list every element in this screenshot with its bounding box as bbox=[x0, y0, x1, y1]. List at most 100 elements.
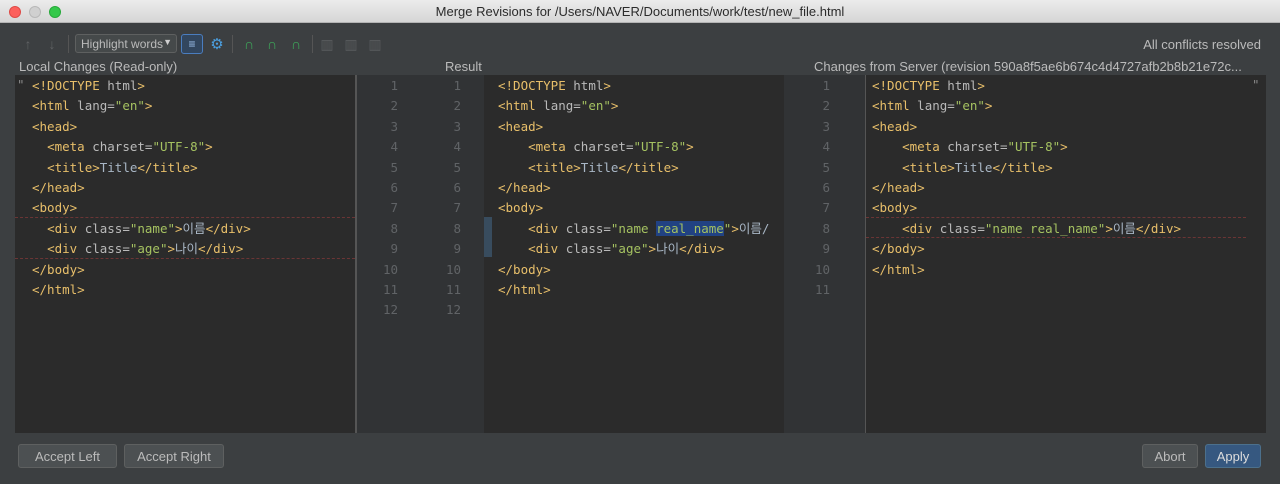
line-number: 1 bbox=[453, 78, 461, 93]
line-number: 7 bbox=[453, 200, 461, 216]
code-line: <html lang="en"> bbox=[32, 98, 153, 114]
code-line: <html lang="en"> bbox=[498, 98, 619, 114]
conflict-boundary bbox=[866, 217, 1246, 218]
line-number: 10 bbox=[382, 261, 398, 277]
line-number: 2 bbox=[390, 98, 398, 114]
line-number: 5 bbox=[822, 159, 830, 175]
code-line: </html> bbox=[32, 282, 85, 297]
code-line: </body> bbox=[872, 241, 925, 257]
line-number: 4 bbox=[822, 139, 830, 155]
apply-left-non-conflicting-icon[interactable]: ∩ bbox=[240, 35, 258, 53]
code-line: </body> bbox=[32, 261, 85, 277]
result-editor[interactable]: <!DOCTYPE html> <html lang="en"> <head> <m… bbox=[484, 75, 784, 433]
code-line: <title>Title</title> bbox=[47, 159, 198, 175]
collapse-marker-icon: " bbox=[1252, 77, 1260, 92]
right-column-icon[interactable]: ▥ bbox=[366, 35, 384, 53]
code-line: <meta charset="UTF-8"> bbox=[902, 139, 1068, 155]
toolbar: ↑ ↓ Highlight words ▼ ≡ ⚙ ∩ ∩ ∩ ▥ ▥ ▥ Al… bbox=[0, 23, 1280, 59]
code-line: <!DOCTYPE html> bbox=[872, 78, 985, 93]
line-number: 7 bbox=[390, 200, 398, 216]
left-column-icon[interactable]: ▥ bbox=[318, 35, 336, 53]
line-number-gutter-left: 1 2 3 4 5 6 7 8 9 10 11 12 1 2 3 4 5 6 7 8 9 10 11 12 bbox=[357, 75, 484, 433]
line-number: 9 bbox=[390, 241, 398, 257]
line-number: 11 bbox=[445, 282, 461, 297]
line-number: 4 bbox=[390, 139, 398, 155]
conflict-boundary bbox=[15, 217, 355, 218]
conflict-boundary bbox=[15, 258, 355, 259]
line-number: 6 bbox=[453, 180, 461, 195]
accept-right-button[interactable]: Accept Right bbox=[124, 444, 224, 468]
code-line: <body> bbox=[872, 200, 918, 216]
code-line: </html> bbox=[872, 261, 925, 277]
toolbar-separator bbox=[312, 35, 313, 53]
code-line: <head> bbox=[32, 118, 78, 134]
code-line: <div class="age">나이</div> bbox=[528, 241, 725, 257]
code-line: <body> bbox=[498, 200, 544, 216]
code-line: <html lang="en"> bbox=[872, 98, 993, 114]
line-number-gutter-right: 1 2 3 4 5 6 7 8 9 10 11 bbox=[784, 75, 865, 433]
highlight-mode-select[interactable]: Highlight words ▼ bbox=[75, 34, 177, 53]
merge-status: All conflicts resolved bbox=[1143, 37, 1261, 52]
collapse-marker-icon: " bbox=[17, 77, 25, 92]
line-number: 6 bbox=[390, 180, 398, 195]
center-column-icon[interactable]: ▥ bbox=[342, 35, 360, 53]
code-line: <meta charset="UTF-8"> bbox=[47, 139, 213, 155]
code-line: <!DOCTYPE html> bbox=[498, 78, 611, 93]
code-line: </head> bbox=[872, 180, 925, 195]
local-changes-editor[interactable]: " <!DOCTYPE html> <html lang="en"> <head> … bbox=[15, 75, 355, 433]
window-title: Merge Revisions for /Users/NAVER/Documen… bbox=[435, 4, 845, 19]
line-number: 10 bbox=[445, 261, 461, 277]
accept-left-button[interactable]: Accept Left bbox=[18, 444, 117, 468]
abort-button[interactable]: Abort bbox=[1142, 444, 1198, 468]
line-number: 8 bbox=[453, 220, 461, 236]
line-number: 6 bbox=[822, 180, 830, 195]
line-number: 3 bbox=[453, 118, 461, 134]
line-number: 10 bbox=[814, 261, 830, 277]
code-line: <head> bbox=[498, 118, 544, 134]
line-number: 4 bbox=[453, 139, 461, 155]
change-marker bbox=[484, 217, 492, 257]
right-panel-title: Changes from Server (revision 590a8f5ae6… bbox=[814, 59, 1242, 74]
code-line: <div class="name real_name">이름</div> bbox=[902, 220, 1182, 236]
code-line: </html> bbox=[498, 282, 551, 297]
line-number: 1 bbox=[390, 78, 398, 93]
line-number: 11 bbox=[382, 282, 398, 297]
code-line: <div class="age">나이</div> bbox=[47, 241, 244, 257]
code-line: </head> bbox=[498, 180, 551, 195]
arrow-down-icon[interactable]: ↓ bbox=[44, 35, 60, 53]
apply-all-non-conflicting-icon[interactable]: ∩ bbox=[263, 35, 281, 53]
conflict-boundary bbox=[866, 237, 1246, 238]
line-number: 5 bbox=[390, 159, 398, 175]
apply-button[interactable]: Apply bbox=[1205, 444, 1261, 468]
line-number: 1 bbox=[822, 78, 830, 93]
line-number: 9 bbox=[822, 241, 830, 257]
code-line: <body> bbox=[32, 200, 78, 216]
gear-icon[interactable]: ⚙ bbox=[208, 35, 226, 53]
ignore-whitespace-toggle-icon[interactable]: ≡ bbox=[181, 34, 203, 54]
arrow-up-icon[interactable]: ↑ bbox=[20, 35, 36, 53]
toolbar-separator bbox=[232, 35, 233, 53]
line-number: 5 bbox=[453, 159, 461, 175]
line-number: 2 bbox=[822, 98, 830, 114]
chevron-down-icon: ▼ bbox=[163, 37, 172, 47]
code-line: <!DOCTYPE html> bbox=[32, 78, 145, 93]
line-number: 9 bbox=[453, 241, 461, 257]
left-panel-title: Local Changes (Read-only) bbox=[19, 59, 178, 74]
code-line: </head> bbox=[32, 180, 85, 195]
code-line: </body> bbox=[498, 261, 551, 277]
highlight-mode-value: Highlight words bbox=[81, 37, 164, 51]
line-number: 7 bbox=[822, 200, 830, 216]
code-line: <div class="name real_name">이름/ bbox=[528, 220, 770, 236]
line-number: 2 bbox=[453, 98, 461, 114]
line-number: 8 bbox=[822, 220, 830, 236]
code-line: <meta charset="UTF-8"> bbox=[528, 139, 694, 155]
apply-right-non-conflicting-icon[interactable]: ∩ bbox=[287, 35, 305, 53]
center-panel-title: Result bbox=[445, 59, 482, 74]
line-number: 12 bbox=[445, 302, 461, 318]
server-changes-editor[interactable]: " <!DOCTYPE html> <html lang="en"> <head> … bbox=[866, 75, 1266, 433]
line-number: 3 bbox=[822, 118, 830, 134]
line-number: 3 bbox=[390, 118, 398, 134]
code-line: <head> bbox=[872, 118, 918, 134]
title-bar: Merge Revisions for /Users/NAVER/Documen… bbox=[0, 0, 1280, 23]
line-number: 12 bbox=[382, 302, 398, 318]
